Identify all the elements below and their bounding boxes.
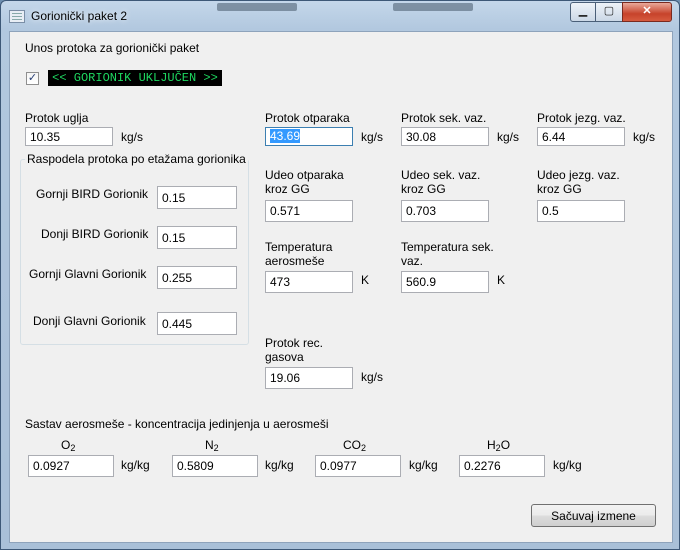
- upper-bird-label: Gornji BIRD Gorionik: [36, 187, 149, 201]
- upper-main-input[interactable]: [157, 266, 237, 289]
- title-bar[interactable]: Gorionički paket 2 ▁ ▢ ✕: [1, 1, 679, 31]
- composition-title: Sastav aerosmeše - koncentracija jedinje…: [25, 417, 329, 431]
- recirc-gas-flow-label: Protok rec. gasova: [265, 336, 324, 364]
- distribution-group-title: Raspodela protoka po etažama gorionika: [25, 152, 248, 166]
- burner-status-banner: << GORIONIK UKLJUČEN >>: [48, 70, 222, 86]
- n2-unit: kg/kg: [265, 458, 294, 472]
- n2-input[interactable]: [172, 455, 258, 477]
- o2-label: O2: [61, 438, 76, 453]
- upper-bird-input[interactable]: [157, 186, 237, 209]
- burner-on-checkbox[interactable]: ✓: [26, 72, 39, 85]
- recirc-gas-flow-input[interactable]: [265, 367, 353, 389]
- h2o-label: H2O: [487, 438, 511, 453]
- aeromix-temp-input[interactable]: [265, 271, 353, 293]
- secondary-air-share-label: Udeo sek. vaz. kroz GG: [401, 168, 481, 196]
- coal-flow-label: Protok uglja: [25, 111, 89, 125]
- co2-unit: kg/kg: [409, 458, 438, 472]
- minimize-button[interactable]: ▁: [570, 2, 596, 22]
- core-air-share-input[interactable]: [537, 200, 625, 222]
- co2-input[interactable]: [315, 455, 401, 477]
- exhaust-flow-input[interactable]: 43.69: [265, 127, 353, 146]
- close-button[interactable]: ✕: [622, 2, 672, 22]
- app-icon: [9, 10, 25, 23]
- secondary-air-flow-input[interactable]: [401, 127, 489, 146]
- h2o-input[interactable]: [459, 455, 545, 477]
- lower-main-input[interactable]: [157, 312, 237, 335]
- recirc-gas-flow-unit: kg/s: [361, 370, 384, 384]
- core-air-share-label: Udeo jezg. vaz. kroz GG: [537, 168, 620, 196]
- n2-label: N2: [205, 438, 219, 453]
- exhaust-flow-unit: kg/s: [361, 130, 384, 144]
- background-window-ghost: [217, 3, 297, 11]
- exhaust-flow-label: Protok otparaka: [265, 111, 350, 125]
- lower-bird-input[interactable]: [157, 226, 237, 249]
- core-air-flow-label: Protok jezg. vaz.: [537, 111, 626, 125]
- secondary-air-flow-label: Protok sek. vaz.: [401, 111, 487, 125]
- lower-bird-label: Donji BIRD Gorionik: [41, 227, 149, 241]
- background-window-ghost: [393, 3, 473, 11]
- window-title: Gorionički paket 2: [31, 9, 128, 23]
- dialog-body: Unos protoka za gorionički paket ✓ << GO…: [9, 31, 673, 543]
- distribution-group: Raspodela protoka po etažama gorionika G…: [20, 152, 249, 345]
- app-window: Gorionički paket 2 ▁ ▢ ✕ Unos protoka za…: [0, 0, 680, 550]
- upper-main-label: Gornji Glavni Gorionik: [29, 267, 147, 281]
- maximize-button[interactable]: ▢: [595, 2, 623, 22]
- secondary-air-flow-unit: kg/s: [497, 130, 520, 144]
- o2-unit: kg/kg: [121, 458, 150, 472]
- save-changes-button[interactable]: Sačuvaj izmene: [531, 504, 656, 527]
- coal-flow-input[interactable]: [25, 127, 113, 146]
- secondary-air-temp-unit: K: [497, 273, 506, 287]
- h2o-unit: kg/kg: [553, 458, 582, 472]
- lower-main-label: Donji Glavni Gorionik: [33, 314, 146, 328]
- secondary-air-temp-label: Temperatura sek. vaz.: [401, 240, 494, 268]
- core-air-flow-unit: kg/s: [633, 130, 656, 144]
- core-air-flow-input[interactable]: [537, 127, 625, 146]
- exhaust-share-input[interactable]: [265, 200, 353, 222]
- secondary-air-share-input[interactable]: [401, 200, 489, 222]
- o2-input[interactable]: [28, 455, 114, 477]
- secondary-air-temp-input[interactable]: [401, 271, 489, 293]
- aeromix-temp-label: Temperatura aerosmeše: [265, 240, 333, 268]
- exhaust-share-label: Udeo otparaka kroz GG: [265, 168, 344, 196]
- header-label: Unos protoka za gorionički paket: [25, 41, 200, 55]
- aeromix-temp-unit: K: [361, 273, 370, 287]
- co2-label: CO2: [343, 438, 367, 453]
- exhaust-flow-value: 43.69: [270, 129, 301, 143]
- coal-flow-unit: kg/s: [121, 130, 144, 144]
